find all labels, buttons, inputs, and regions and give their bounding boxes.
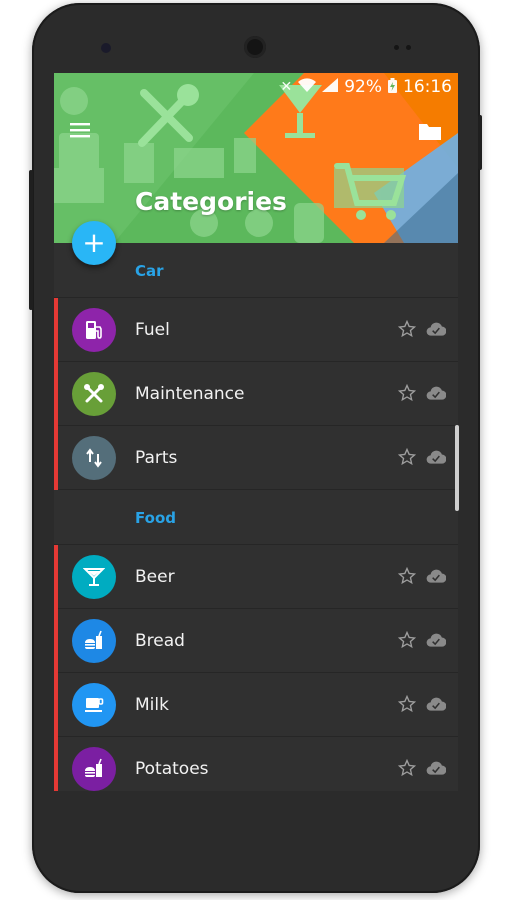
category-avatar [72, 747, 116, 791]
row-indicator-stripe [54, 609, 58, 673]
list-item-potatoes[interactable]: Potatoes [54, 737, 458, 791]
row-indicator-stripe [54, 298, 58, 362]
list-item-milk[interactable]: Milk [54, 673, 458, 737]
app-screen: ✕ 92% 16:16 Categories + Car Fuel Mainte… [54, 73, 458, 791]
section-title: Food [135, 509, 176, 527]
cloud-done-icon[interactable] [426, 761, 446, 775]
cloud-done-icon[interactable] [426, 386, 446, 400]
coffee-cup-icon [85, 698, 104, 712]
row-indicator-stripe [54, 426, 58, 490]
add-category-button[interactable]: + [72, 221, 116, 265]
volume-button [29, 170, 33, 310]
front-camera [101, 43, 111, 53]
category-name: Parts [135, 448, 178, 468]
category-name: Fuel [135, 320, 170, 340]
cloud-done-icon[interactable] [426, 569, 446, 583]
power-button [478, 115, 482, 170]
hamburger-menu-icon[interactable] [68, 120, 92, 140]
battery-charging-icon [388, 77, 397, 97]
row-indicator-stripe [54, 545, 58, 609]
category-list: Car Fuel Maintenance Parts Food Beer Bre… [54, 243, 458, 791]
status-bar: ✕ 92% 16:16 [54, 73, 458, 101]
scroll-handle[interactable] [455, 425, 459, 511]
swap-vertical-icon [86, 448, 102, 468]
star-outline-icon[interactable] [398, 320, 416, 338]
section-header-food: Food [54, 490, 458, 545]
category-avatar [72, 555, 116, 599]
cocktail-glass-icon [83, 568, 105, 586]
list-item-bread[interactable]: Bread [54, 609, 458, 673]
star-outline-icon[interactable] [398, 695, 416, 713]
mute-icon: ✕ [280, 79, 293, 95]
tools-icon [84, 384, 104, 403]
fastfood-icon [85, 630, 102, 649]
star-outline-icon[interactable] [398, 384, 416, 402]
cloud-done-icon[interactable] [426, 697, 446, 711]
row-indicator-stripe [54, 737, 58, 791]
star-outline-icon[interactable] [398, 567, 416, 585]
category-avatar [72, 436, 116, 480]
category-avatar [72, 308, 116, 352]
battery-percent: 92% [344, 77, 382, 97]
section-header-car: Car [54, 243, 458, 298]
category-name: Maintenance [135, 384, 245, 404]
list-item-maintenance[interactable]: Maintenance [54, 362, 458, 426]
plus-icon: + [82, 226, 106, 259]
earpiece-speaker [244, 36, 266, 58]
proximity-sensor [394, 45, 399, 50]
list-item-fuel[interactable]: Fuel [54, 298, 458, 362]
row-indicator-stripe [54, 673, 58, 737]
category-name: Milk [135, 695, 169, 715]
fuel-pump-icon [86, 321, 102, 339]
cloud-done-icon[interactable] [426, 322, 446, 336]
row-indicator-stripe [54, 362, 58, 426]
category-name: Bread [135, 631, 185, 651]
folder-icon[interactable] [418, 121, 442, 141]
signal-icon [322, 78, 339, 96]
wifi-icon [298, 78, 317, 96]
section-title: Car [135, 262, 164, 280]
category-name: Potatoes [135, 759, 209, 779]
category-name: Beer [135, 567, 175, 587]
cloud-done-icon[interactable] [426, 450, 446, 464]
page-title: Categories [135, 187, 287, 216]
fastfood-icon [85, 758, 102, 777]
star-outline-icon[interactable] [398, 759, 416, 777]
star-outline-icon[interactable] [398, 448, 416, 466]
cloud-done-icon[interactable] [426, 633, 446, 647]
category-avatar [72, 619, 116, 663]
category-avatar [72, 683, 116, 727]
status-time: 16:16 [403, 77, 452, 97]
list-item-beer[interactable]: Beer [54, 545, 458, 609]
list-item-parts[interactable]: Parts [54, 426, 458, 490]
light-sensor [406, 45, 411, 50]
star-outline-icon[interactable] [398, 631, 416, 649]
category-avatar [72, 372, 116, 416]
header-banner: ✕ 92% 16:16 Categories [54, 73, 458, 243]
